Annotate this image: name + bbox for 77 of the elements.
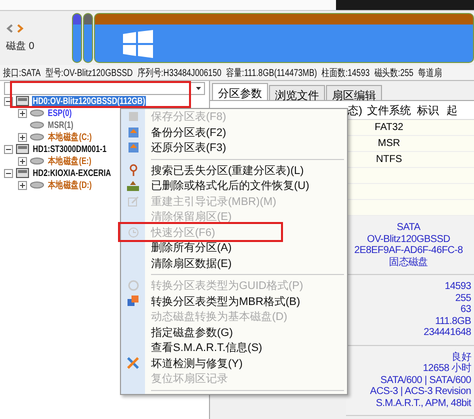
table-cell-text: MSR	[376, 138, 402, 149]
detail-value: OV-Blitz120GBSSD	[366, 234, 450, 245]
disk-info-field: 接口:SATA	[3, 66, 41, 80]
edit-icon	[128, 196, 138, 207]
clock-icon	[128, 226, 138, 238]
disk-select-dropdown[interactable]	[4, 82, 205, 95]
table-icon	[128, 111, 138, 122]
tree-item[interactable]: MSR(1)	[47, 120, 74, 130]
tree-item[interactable]: 本地磁盘(C:)	[47, 130, 93, 144]
menu-item[interactable]: 搜索已丢失分区(重建分区表)(L)	[121, 162, 347, 178]
detail-value: 255	[455, 292, 471, 304]
column-header[interactable]: 起	[442, 102, 462, 118]
disk-info-field: 型号:OV-Blitz120GBSSD	[45, 66, 133, 80]
detail-value: 良好	[452, 352, 471, 362]
menu-item[interactable]: 清除扇区数据(E)	[121, 256, 347, 271]
tab[interactable]: 扇区编辑	[326, 85, 382, 100]
search-icon	[128, 164, 138, 176]
collapse-toggle[interactable]	[4, 144, 13, 154]
menu-item[interactable]: 备份分区表(F2)	[121, 124, 347, 140]
drive-icon	[30, 181, 44, 189]
menu-item[interactable]: 已删除或格式化后的文件恢复(U)	[121, 178, 347, 194]
detail-value: SATA/600 | SATA/600	[380, 374, 471, 386]
partition-block[interactable]	[83, 13, 93, 63]
tools-icon	[127, 357, 139, 370]
drive-icon	[30, 121, 44, 129]
dropdown-caret-icon	[196, 87, 201, 90]
detail-value: 111.8GB	[435, 316, 471, 327]
detail-value: 14593	[444, 281, 471, 292]
table-cell-text: NTFS	[374, 154, 404, 165]
detail-value: SATA	[396, 222, 420, 234]
column-header[interactable]: 标识	[414, 102, 442, 118]
menu-item[interactable]: 查看S.M.A.R.T.信息(S)	[121, 340, 347, 356]
tree-item[interactable]: ESP(0)	[47, 108, 72, 118]
detail-value: ACS-3 | ACS-3 Revision	[370, 386, 471, 398]
tab[interactable]: 浏览文件	[269, 85, 325, 100]
detail-value: 234441648	[424, 327, 471, 338]
table-icon	[128, 142, 138, 154]
detail-value: 2E8EF9AF-AD6F-46FC-8	[354, 245, 463, 256]
disk-info-field: 序列号:H33484J006150	[137, 66, 222, 80]
disk-info-field: 每道扇	[418, 66, 442, 80]
menu-item[interactable]: 还原分区表(F3)	[121, 140, 347, 156]
detail-value: S.M.A.R.T., APM, 48bit	[376, 398, 471, 409]
drive-icon	[30, 109, 44, 117]
drive-icon	[30, 157, 44, 165]
disk-label: 磁盘 0	[6, 40, 36, 52]
recovery-icon	[127, 180, 139, 191]
tree-item[interactable]: HD1:ST3000DM001-1	[32, 144, 108, 154]
expand-toggle[interactable]	[18, 156, 27, 166]
partition-block[interactable]	[72, 13, 82, 63]
detail-value: 12658 小时	[422, 363, 471, 374]
convert-icon	[127, 295, 139, 308]
drive-icon	[30, 133, 44, 141]
table-cell-text: FAT32	[374, 122, 404, 133]
windows-logo-icon	[123, 30, 153, 58]
tree-item[interactable]: HD0:OV-Blitz120GBSSD(112GB)	[32, 96, 146, 106]
menu-item[interactable]: 删除所有分区(A)	[121, 240, 347, 256]
menu-item[interactable]: 转换分区表类型为MBR格式(B)	[121, 294, 347, 309]
menu-item[interactable]: 坏道检测与修复(Y)	[121, 356, 347, 371]
disk-info-field: 容量:111.8GB(114473MB)	[226, 66, 317, 80]
detail-value: 固态磁盘	[389, 256, 428, 268]
tree-item[interactable]: 本地磁盘(D:)	[47, 178, 93, 192]
convert-icon	[128, 280, 138, 292]
menu-item[interactable]: 指定磁盘参数(G)	[121, 324, 347, 340]
column-header[interactable]: 态)	[346, 102, 364, 118]
tab[interactable]: 分区参数	[212, 83, 268, 100]
tree-item[interactable]: HD2:KIOXIA-EXCERIA	[32, 168, 112, 178]
column-header[interactable]: 文件系统	[364, 102, 414, 118]
expand-toggle[interactable]	[18, 108, 27, 118]
partition-block[interactable]	[94, 13, 474, 63]
disk-info-field: 磁头数:255	[374, 66, 414, 80]
expand-toggle[interactable]	[18, 132, 27, 142]
disk-info-field: 柱面数:14593	[322, 66, 370, 80]
detail-value: 63	[460, 304, 471, 316]
expand-toggle[interactable]	[18, 180, 27, 190]
tree-item[interactable]: 本地磁盘(E:)	[47, 154, 92, 168]
collapse-toggle[interactable]	[4, 168, 13, 178]
table-icon	[128, 126, 138, 138]
